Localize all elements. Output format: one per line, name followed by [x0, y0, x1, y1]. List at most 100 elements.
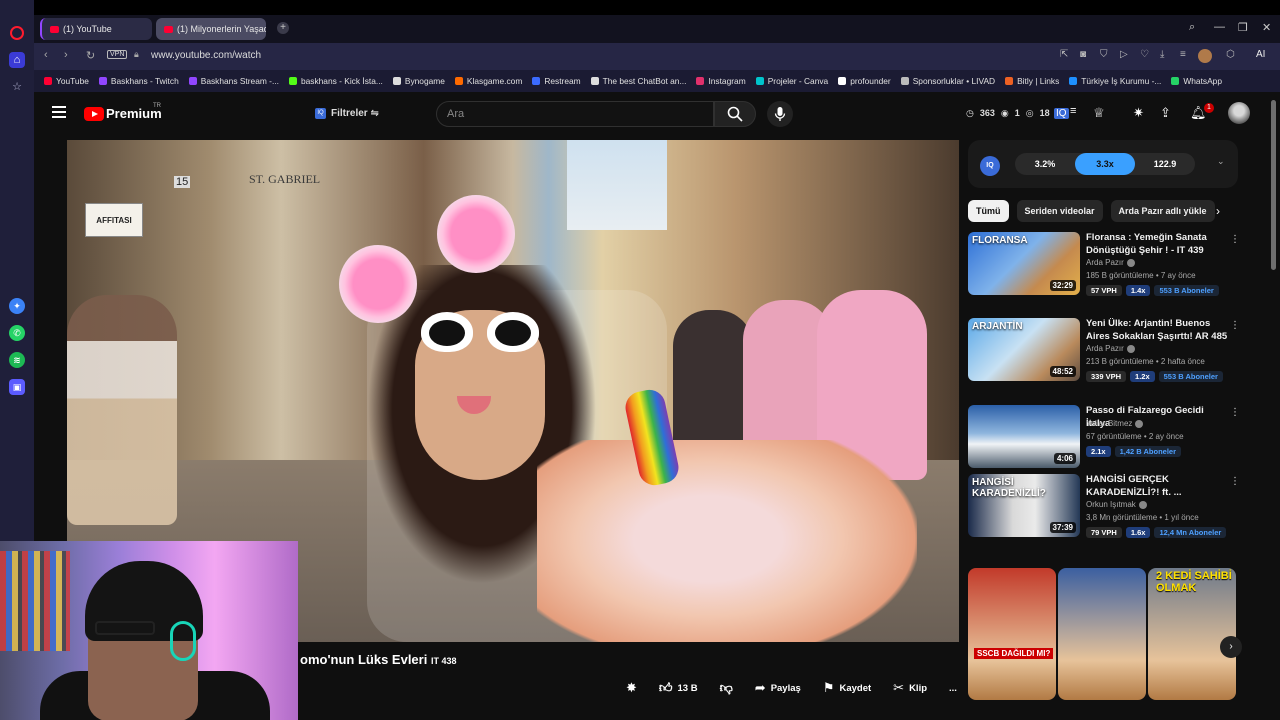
- channel-name[interactable]: Arda Pazır: [1086, 258, 1135, 267]
- video-thumbnail[interactable]: ARJANTİN 48:52: [968, 318, 1080, 381]
- bookmark-item[interactable]: Baskhans - Twitch: [98, 76, 179, 86]
- filter-chip[interactable]: Tümü: [968, 200, 1009, 222]
- video-thumbnail[interactable]: FLORANSA 32:29: [968, 232, 1080, 295]
- aria-ai-button[interactable]: AI: [1256, 49, 1265, 60]
- channel-name[interactable]: Orkun Işıtmak: [1086, 500, 1147, 509]
- like-button[interactable]: 👍︎ 13 B: [651, 677, 706, 699]
- puzzle-icon[interactable]: ✷: [1133, 105, 1144, 121]
- video-thumbnail[interactable]: HANGİSİ KARADENİZLİ? 37:39: [968, 474, 1080, 537]
- trophy-icon[interactable]: ♕: [1093, 105, 1105, 121]
- shield-icon[interactable]: ⛉: [1100, 49, 1108, 60]
- close-icon[interactable]: ✕: [1262, 21, 1271, 34]
- bookmark-item[interactable]: Bynogame: [392, 76, 445, 86]
- bookmark-item[interactable]: Instagram: [696, 76, 746, 86]
- bookmark-item[interactable]: Türkiye İş Kurumu -...: [1069, 76, 1161, 86]
- vidiq-metric-pill[interactable]: 3.2%: [1015, 153, 1075, 175]
- search-button[interactable]: [714, 101, 756, 127]
- search-input[interactable]: Ara: [436, 101, 714, 127]
- new-tab-button[interactable]: +: [277, 22, 289, 34]
- channel-name[interactable]: Arda Pazır: [1086, 344, 1135, 353]
- video-title[interactable]: Yeni Ülke: Arjantin! Buenos Aires Sokakl…: [1086, 318, 1228, 343]
- bookmark-item[interactable]: The best ChatBot an...: [590, 76, 686, 86]
- vidiq-logo-icon[interactable]: IQ: [980, 156, 1000, 176]
- profile-icon[interactable]: [1198, 49, 1212, 63]
- opera-logo-icon[interactable]: [10, 26, 24, 40]
- voice-search-button[interactable]: [767, 101, 793, 127]
- home-icon[interactable]: ⌂: [9, 52, 25, 68]
- upload-icon[interactable]: ⇪: [1160, 105, 1171, 121]
- more-actions-button[interactable]: ...: [941, 677, 965, 699]
- chevron-down-icon[interactable]: ⌄: [1217, 156, 1225, 167]
- avatar[interactable]: [1228, 102, 1250, 124]
- filter-chip[interactable]: Arda Pazır adlı yükle: [1110, 200, 1215, 222]
- youtube-logo-icon[interactable]: [84, 107, 104, 121]
- bookmark-item[interactable]: Restream: [532, 76, 581, 86]
- messenger-icon[interactable]: ✦: [9, 298, 25, 314]
- filter-chip[interactable]: Seriden videolar: [1016, 200, 1103, 222]
- bookmark-item[interactable]: WhatsApp: [1171, 76, 1222, 86]
- forward-icon[interactable]: ›: [64, 49, 68, 61]
- whatsapp-icon[interactable]: ✆: [9, 325, 25, 341]
- bookmark-item[interactable]: baskhans - Kick İsta...: [288, 76, 383, 86]
- short-video[interactable]: [1058, 568, 1146, 700]
- lock-icon[interactable]: 🔒︎: [134, 49, 139, 60]
- back-icon[interactable]: ‹: [44, 49, 48, 61]
- vpn-badge[interactable]: VPN: [107, 50, 128, 59]
- more-vert-icon[interactable]: ⋮: [1230, 407, 1240, 418]
- short-video[interactable]: SSCB DAĞILDI MI?: [968, 568, 1056, 700]
- camera-icon[interactable]: ◙: [1080, 49, 1086, 60]
- bookmark-item[interactable]: profounder: [838, 76, 891, 86]
- chevron-right-icon[interactable]: ›: [1216, 204, 1220, 218]
- download-icon[interactable]: ⤓: [1160, 49, 1164, 60]
- send-icon[interactable]: ⇱: [1060, 49, 1068, 60]
- chevron-right-icon[interactable]: ›: [1220, 636, 1242, 658]
- vidiq-metric-pill[interactable]: 3.3x: [1075, 153, 1135, 175]
- tab-search-icon[interactable]: ⌕: [1189, 21, 1195, 34]
- more-vert-icon[interactable]: ⋮: [1230, 320, 1240, 331]
- bookmark-item[interactable]: Bitly | Links: [1005, 76, 1059, 86]
- vidiq-metric-pill[interactable]: 122.9: [1135, 153, 1195, 175]
- video-title-text: omo'nun Lüks Evleri: [300, 652, 428, 667]
- minimize-icon[interactable]: —: [1214, 21, 1225, 33]
- channel-name[interactable]: Yollar Bitmez: [1086, 419, 1144, 428]
- bookmark-item[interactable]: Projeler - Canva: [755, 76, 828, 86]
- video-title[interactable]: HANGİSİ GERÇEK KARADENİZLİ?! ft. ...: [1086, 474, 1228, 499]
- save-button[interactable]: ⚑ Kaydet: [815, 677, 879, 699]
- player-icon[interactable]: ▣: [9, 379, 25, 395]
- clip-button[interactable]: ✂ Klip: [885, 677, 935, 699]
- recommended-video[interactable]: HANGİSİ KARADENİZLİ? 37:39 HANGİSİ GERÇEK …: [968, 474, 1240, 538]
- more-vert-icon[interactable]: ⋮: [1230, 476, 1240, 487]
- tab-milyonerler[interactable]: (1) Milyonerlerin Yaşadığı: [156, 18, 266, 40]
- bookmark-favicon-icon: [1005, 77, 1014, 85]
- menu-lines-icon[interactable]: ≡: [1180, 49, 1186, 60]
- scrollbar[interactable]: [1271, 100, 1276, 270]
- heart-icon[interactable]: ♡: [1140, 49, 1149, 60]
- recommended-video[interactable]: FLORANSA 32:29 Floransa : Yemeğin Sanata D…: [968, 232, 1240, 296]
- ai-summary-button[interactable]: ✸: [618, 677, 645, 699]
- extensions-icon[interactable]: ⬡: [1226, 49, 1235, 60]
- bookshelf: [0, 551, 70, 651]
- video-title[interactable]: Floransa : Yemeğin Sanata Dönüştüğü Şehi…: [1086, 232, 1228, 257]
- recommended-video[interactable]: 4:06 Passo di Falzarego Gecidi İtalya Yoll…: [968, 405, 1240, 469]
- recommended-video[interactable]: ARJANTİN 48:52 Yeni Ülke: Arjantin! Buenos…: [968, 318, 1240, 382]
- bookmark-item[interactable]: YouTube: [44, 76, 89, 86]
- filters-button[interactable]: Filtreler ⇋: [331, 108, 379, 119]
- short-video[interactable]: 2 KEDİ SAHİBİ OLMAK: [1148, 568, 1236, 700]
- share-button[interactable]: ➦ Paylaş: [747, 677, 809, 699]
- video-thumbnail[interactable]: 4:06: [968, 405, 1080, 468]
- hamburger-menu-icon[interactable]: [52, 106, 66, 118]
- pinboard-icon[interactable]: ☆: [9, 78, 25, 94]
- bookmark-item[interactable]: Sponsorluklar • LIVAD: [900, 76, 995, 86]
- tab-youtube[interactable]: (1) YouTube: [40, 18, 152, 40]
- bookmark-item[interactable]: Klasgame.com: [454, 76, 522, 86]
- play-icon[interactable]: ▷: [1120, 49, 1128, 60]
- more-vert-icon[interactable]: ⋮: [1230, 234, 1240, 245]
- url-field[interactable]: www.youtube.com/watch: [151, 50, 261, 61]
- bookmark-item[interactable]: Baskhans Stream -...: [188, 76, 279, 86]
- list-icon[interactable]: ≡: [1070, 105, 1076, 117]
- restore-icon[interactable]: ❐: [1238, 21, 1248, 34]
- iq-extension-icon[interactable]: IQ: [1054, 108, 1069, 119]
- reload-icon[interactable]: ↻: [86, 49, 95, 62]
- spotify-icon[interactable]: ≋: [9, 352, 25, 368]
- dislike-button[interactable]: 👎︎: [712, 677, 741, 699]
